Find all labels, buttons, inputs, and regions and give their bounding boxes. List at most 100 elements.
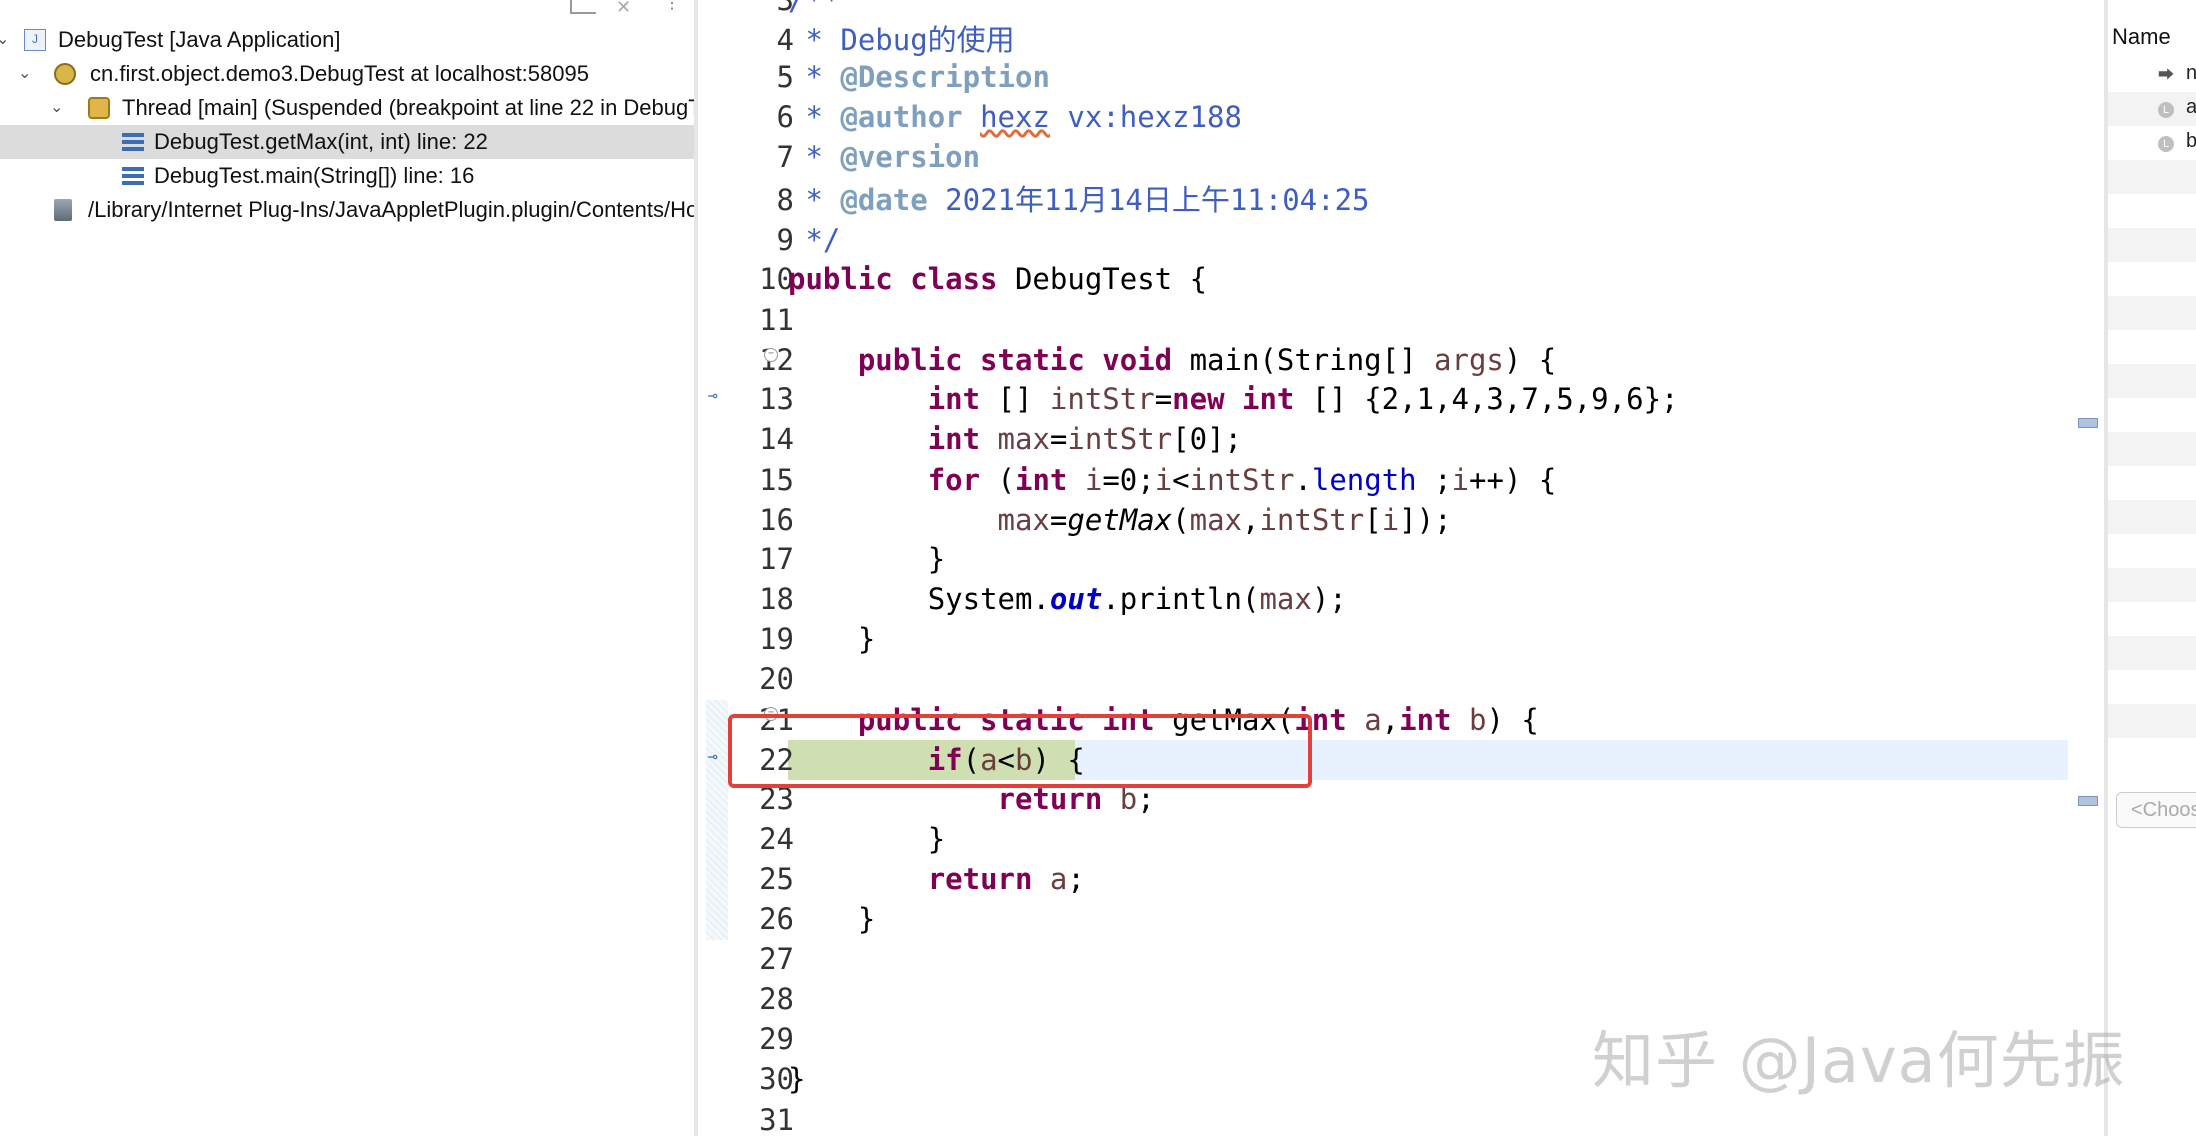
line-number: 13 xyxy=(759,382,794,416)
code-editor[interactable]: 3 4 5 6 7 8 9 10 11 12 13 14 15 16 17 18… xyxy=(698,0,2104,1136)
empty-row xyxy=(2108,500,2196,534)
tree-item-label: Thread [main] (Suspended (breakpoint at … xyxy=(122,95,694,120)
javadoc-tag: @author xyxy=(840,100,963,134)
field: length xyxy=(1311,463,1417,497)
variables-view: Name ⮕ no L a L b <Choose> xyxy=(2108,0,2196,1136)
variable-name: b xyxy=(2186,130,2196,152)
code-text: [0]; xyxy=(1172,422,1242,456)
code-text: ++) { xyxy=(1469,463,1557,497)
breakpoint-icon[interactable]: ⊸ xyxy=(708,748,728,766)
empty-row xyxy=(2108,364,2196,398)
variable: max xyxy=(980,422,1050,456)
code-text: .println( xyxy=(1102,582,1260,616)
detail-formatter-select[interactable]: <Choose> xyxy=(2116,792,2196,828)
line-number: 15 xyxy=(759,463,794,497)
code-line: * @Description xyxy=(788,60,1050,94)
tree-item-label: cn.first.object.demo3.DebugTest at local… xyxy=(90,61,589,86)
code-line: System.out.println(max); xyxy=(788,579,1347,619)
line-number: 10 xyxy=(759,262,794,296)
code-line: } xyxy=(788,619,875,659)
empty-row xyxy=(2108,568,2196,602)
breakpoint-icon[interactable]: ⊸ xyxy=(708,387,728,405)
variable-name: no xyxy=(2186,62,2196,84)
code-text: ); xyxy=(1311,582,1347,616)
line-number: 28 xyxy=(759,982,794,1016)
remove-all-terminated-icon[interactable]: ✕ xyxy=(616,0,642,16)
empty-row xyxy=(2108,704,2196,738)
static-field: out xyxy=(1049,582,1103,616)
variable-row[interactable]: ⮕ no xyxy=(2108,58,2196,92)
line-number: 4 xyxy=(776,23,794,57)
code-text: ) { xyxy=(1486,703,1539,737)
variable: b xyxy=(1451,703,1487,737)
variable: a xyxy=(1346,703,1382,737)
code-text: . xyxy=(1294,463,1312,497)
local-variable-icon: L xyxy=(2158,136,2174,152)
annotation-highlight-box xyxy=(728,714,1312,788)
code-text: 2021年11月14日上午11:04:25 xyxy=(927,183,1370,217)
tree-item-thread[interactable]: ⌄ Thread [main] (Suspended (breakpoint a… xyxy=(0,91,694,125)
debug-view: ✕ ⋮ ⌄ J DebugTest [Java Application] ⌄ c… xyxy=(0,0,694,1136)
tree-item-stack-frame[interactable]: DebugTest.main(String[]) line: 16 xyxy=(0,159,694,193)
code-text: = xyxy=(1154,382,1173,416)
variable: i xyxy=(1067,463,1103,497)
tree-item-target[interactable]: ⌄ cn.first.object.demo3.DebugTest at loc… xyxy=(0,57,694,91)
keyword: int xyxy=(1015,463,1068,497)
code-text: =0; xyxy=(1102,463,1155,497)
code-text: } xyxy=(857,622,876,656)
variable-row[interactable]: L b xyxy=(2108,126,2196,160)
code-line: } xyxy=(788,1059,805,1099)
variable: max xyxy=(1189,503,1242,537)
tree-item-launch[interactable]: ⌄ J DebugTest [Java Application] xyxy=(0,23,694,57)
variable-row[interactable]: L a xyxy=(2108,92,2196,126)
code-line: */ xyxy=(788,223,841,257)
tree-item-process[interactable]: /Library/Internet Plug-Ins/JavaAppletPlu… xyxy=(0,193,694,227)
line-number: 5 xyxy=(776,60,794,94)
line-number: 17 xyxy=(759,542,794,576)
tree-item-stack-frame[interactable]: DebugTest.getMax(int, int) line: 22 xyxy=(0,125,694,159)
empty-row xyxy=(2108,432,2196,466)
view-menu-icon[interactable]: ⋮ xyxy=(664,0,680,16)
variable: intStr xyxy=(1049,382,1155,416)
variable: args xyxy=(1434,343,1504,377)
chevron-down-icon[interactable]: ⌄ xyxy=(50,91,63,125)
javadoc-tag: @version xyxy=(840,140,981,174)
variable: a xyxy=(1032,862,1068,896)
code-text: , xyxy=(1242,503,1260,537)
fold-collapse-icon[interactable]: − xyxy=(764,348,778,362)
variable: intStr xyxy=(1189,463,1295,497)
line-number: 25 xyxy=(759,862,794,896)
stack-frame-icon xyxy=(122,133,144,151)
code-line: } xyxy=(788,539,945,579)
keyword: for xyxy=(927,463,981,497)
editor-ruler xyxy=(698,0,730,1136)
code-text: } xyxy=(788,1062,806,1096)
code-text: = xyxy=(1049,422,1068,456)
javadoc-tag: @Description xyxy=(840,60,1050,94)
line-number: 8 xyxy=(776,183,794,217)
line-number: 9 xyxy=(776,223,794,257)
code-text: main(String[] xyxy=(1172,343,1435,377)
keyword: int xyxy=(927,422,981,456)
line-number: 19 xyxy=(759,622,794,656)
method-call: getMax xyxy=(1067,503,1173,537)
collapse-all-icon[interactable] xyxy=(570,0,596,14)
chevron-down-icon[interactable]: ⌄ xyxy=(18,57,31,91)
suspended-thread-icon xyxy=(88,97,110,119)
code-text: , xyxy=(1381,703,1400,737)
overview-ruler-mark[interactable] xyxy=(2078,796,2098,806)
code-text: ( xyxy=(980,463,1015,497)
line-number: 30 xyxy=(759,1062,794,1096)
code-text: DebugTest { xyxy=(997,262,1208,296)
line-number: 24 xyxy=(759,822,794,856)
code-text: vx:hexz188 xyxy=(1049,100,1242,134)
variable: i xyxy=(1451,463,1470,497)
line-number: 6 xyxy=(776,100,794,134)
chevron-down-icon[interactable]: ⌄ xyxy=(0,23,9,57)
java-application-icon: J xyxy=(24,29,46,51)
overview-ruler-mark[interactable] xyxy=(2078,418,2098,428)
author-name: hexz xyxy=(980,100,1050,134)
name-column-header[interactable]: Name xyxy=(2112,24,2171,50)
code-text: System. xyxy=(927,582,1050,616)
variable: max xyxy=(1259,582,1312,616)
